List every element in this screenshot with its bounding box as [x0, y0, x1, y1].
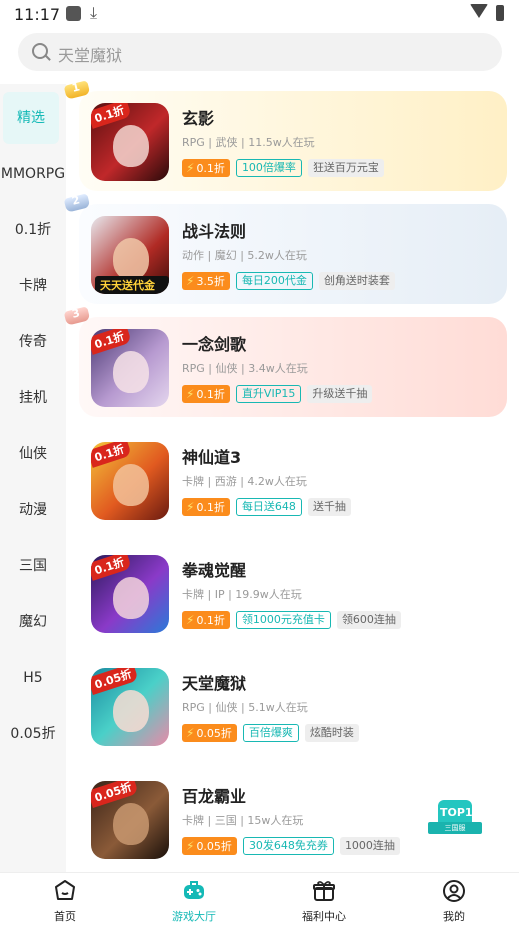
app-notification-icon [66, 6, 81, 21]
sidebar-item-card[interactable]: 卡牌 [0, 260, 66, 312]
sidebar-item-0-1-discount[interactable]: 0.1折 [0, 204, 66, 256]
feature-tag: 每日送648 [235, 498, 302, 516]
discount-tag: ⚡ 0.1折 [182, 498, 230, 516]
discount-tag: ⚡ 0.1折 [182, 611, 230, 629]
sidebar-item-idle[interactable]: 挂机 [0, 372, 66, 424]
game-title: 拳魂觉醒 [182, 561, 247, 580]
gift-icon [313, 881, 335, 901]
game-list-item[interactable]: 0.1折 神仙道3 卡牌 | 西游 | 4.2w人在玩 ⚡ 0.1折 每日送648 送… [79, 430, 507, 530]
tab-me[interactable]: 我的 [409, 873, 499, 925]
sidebar-item-xianxia[interactable]: 仙侠 [0, 428, 66, 480]
home-icon [55, 880, 75, 900]
bonus-tag: 领600连抽 [336, 611, 401, 629]
top1-sublabel: 三国服 [428, 822, 482, 834]
feature-tag: 领1000元充值卡 [235, 611, 331, 629]
tab-label: 游戏大厅 [172, 910, 216, 923]
game-thumbnail[interactable]: 0.05折 [91, 781, 169, 859]
status-time: 11:17 [14, 5, 61, 24]
game-title: 战斗法则 [182, 222, 247, 241]
download-icon: ⤓ [90, 3, 98, 22]
discount-tag: ⚡ 0.05折 [182, 837, 237, 855]
sidebar-item-anime[interactable]: 动漫 [0, 484, 66, 536]
tab-label: 我的 [443, 910, 465, 923]
lightning-icon: ⚡ [186, 613, 195, 627]
game-title: 玄影 [182, 109, 215, 128]
discount-tag: ⚡ 0.1折 [182, 385, 230, 403]
game-title: 神仙道3 [182, 448, 242, 467]
bottom-tab-bar: 首页 游戏大厅 福利中心 我的 [0, 872, 519, 925]
sidebar-item-h5[interactable]: H5 [0, 652, 66, 704]
lightning-icon: ⚡ [186, 274, 195, 288]
game-meta: 卡牌 | 西游 | 4.2w人在玩 [182, 475, 307, 488]
discount-tag: ⚡ 0.1折 [182, 159, 230, 177]
discount-tag: ⚡ 3.5折 [182, 272, 230, 290]
discount-tag: ⚡ 0.05折 [182, 724, 237, 742]
search-bar[interactable]: 天堂魔狱 [18, 33, 502, 71]
rank-crown-icon: 3 [63, 303, 91, 326]
game-meta: 卡牌 | 三国 | 15w人在玩 [182, 814, 304, 827]
top1-label: TOP1 [440, 806, 473, 819]
game-title: 一念剑歌 [182, 335, 247, 354]
game-thumbnail[interactable]: 0.1折 [91, 555, 169, 633]
battery-icon [496, 5, 504, 21]
lightning-icon: ⚡ [186, 726, 195, 740]
sidebar-item-mmorpg[interactable]: MMORPG [0, 148, 66, 200]
tab-home[interactable]: 首页 [20, 873, 110, 925]
sidebar-item-0-05-discount[interactable]: 0.05折 [0, 708, 66, 760]
bonus-tag: 升级送千抽 [307, 385, 373, 403]
game-list-item[interactable]: 0.05折 天堂魔狱 RPG | 仙侠 | 5.1w人在玩 ⚡ 0.05折 百倍爆爽… [79, 656, 507, 756]
game-meta: RPG | 仙侠 | 5.1w人在玩 [182, 701, 308, 714]
tab-game-hall[interactable]: 游戏大厅 [149, 873, 239, 925]
search-icon [32, 43, 48, 59]
bonus-tag: 创角送时装套 [318, 272, 395, 290]
game-thumbnail[interactable]: 0.1折 [91, 103, 169, 181]
sidebar-item-legend[interactable]: 传奇 [0, 316, 66, 368]
game-meta: 卡牌 | IP | 19.9w人在玩 [182, 588, 302, 601]
game-list-item[interactable]: 2 天天送代金券 战斗法则 动作 | 魔幻 | 5.2w人在玩 ⚡3.5折每日2… [63, 193, 507, 304]
game-thumbnail[interactable]: 0.1折 [91, 329, 169, 407]
tab-label: 福利中心 [302, 910, 346, 923]
thumbnail-banner: 天天送代金券 [95, 276, 169, 294]
game-list-item[interactable]: 3 0.1折 一念剑歌 RPG | 仙侠 | 3.4w人在玩 ⚡ 0.1折 直升VI… [63, 306, 507, 417]
game-meta: 动作 | 魔幻 | 5.2w人在玩 [182, 249, 307, 262]
game-title: 天堂魔狱 [182, 674, 247, 693]
feature-tag: 30发648免充券 [242, 837, 334, 855]
top1-floating-badge[interactable]: TOP1 三国服 [428, 800, 482, 840]
gamepad-icon [184, 881, 204, 899]
wifi-icon [470, 4, 488, 18]
tab-welfare-center[interactable]: 福利中心 [279, 873, 369, 925]
feature-tag: 100倍爆率 [235, 159, 302, 177]
rank-crown-icon: 2 [63, 190, 91, 213]
tab-label: 首页 [54, 910, 76, 923]
rank-crown-icon: 1 [63, 77, 91, 100]
game-list-item[interactable]: 1 0.1折 玄影 RPG | 武侠 | 11.5w人在玩 ⚡ 0.1折 100倍爆… [63, 80, 507, 191]
lightning-icon: ⚡ [186, 500, 195, 514]
bonus-tag: 送千抽 [307, 498, 351, 516]
bonus-tag: 1000连抽 [339, 837, 400, 855]
lightning-icon: ⚡ [186, 161, 195, 175]
lightning-icon: ⚡ [186, 387, 195, 401]
bonus-tag: 狂送百万元宝 [307, 159, 384, 177]
feature-tag: 百倍爆爽 [242, 724, 299, 742]
sidebar-item-fantasy[interactable]: 魔幻 [0, 596, 66, 648]
game-meta: RPG | 武侠 | 11.5w人在玩 [182, 136, 315, 149]
game-thumbnail[interactable]: 0.05折 [91, 668, 169, 746]
bonus-tag: 炫酷时装 [304, 724, 359, 742]
lightning-icon: ⚡ [186, 839, 195, 853]
category-sidebar: 精选 MMORPG 0.1折 卡牌 传奇 挂机 仙侠 动漫 三国 魔幻 H5 0… [0, 84, 66, 872]
feature-tag: 每日200代金 [235, 272, 313, 290]
user-icon [443, 880, 465, 902]
sidebar-item-featured[interactable]: 精选 [3, 92, 59, 144]
game-title: 百龙霸业 [182, 787, 247, 806]
game-list-item[interactable]: 0.1折 拳魂觉醒 卡牌 | IP | 19.9w人在玩 ⚡ 0.1折 领1000元… [79, 543, 507, 643]
sidebar-item-three-kingdoms[interactable]: 三国 [0, 540, 66, 592]
status-bar: 11:17 ⤓ [0, 0, 519, 28]
game-thumbnail[interactable]: 0.1折 [91, 442, 169, 520]
search-placeholder: 天堂魔狱 [58, 46, 123, 65]
game-thumbnail[interactable]: 天天送代金券 [91, 216, 169, 294]
feature-tag: 直升VIP15 [235, 385, 302, 403]
game-meta: RPG | 仙侠 | 3.4w人在玩 [182, 362, 308, 375]
